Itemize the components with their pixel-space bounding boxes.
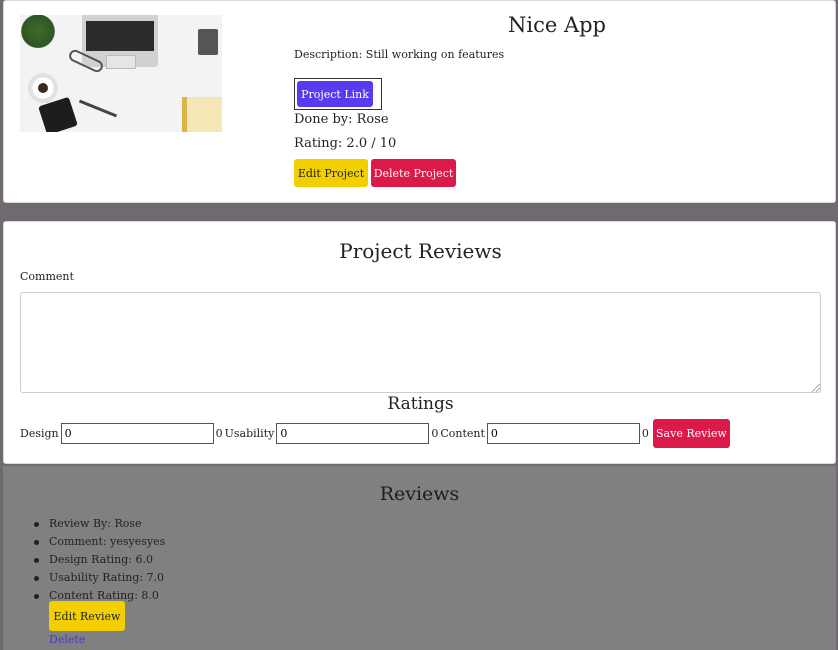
ratings-title: Ratings	[387, 394, 454, 414]
content-rating-input[interactable]	[486, 422, 640, 444]
review-comment: Comment: yesyesyes	[33, 533, 165, 551]
reviews-title: Reviews	[379, 483, 460, 505]
design-rating-input[interactable]	[60, 422, 214, 444]
laptop-trackpad	[106, 55, 136, 69]
pencil-holder-decoration	[198, 29, 218, 55]
resize-grip-icon[interactable]	[812, 384, 820, 392]
project-link-frame: Project Link	[294, 78, 382, 110]
plant-decoration	[20, 15, 60, 51]
project-author: Done by: Rose	[294, 112, 389, 127]
project-link-button[interactable]: Project Link	[297, 81, 373, 107]
project-card: Nice App Description: Still working on f…	[3, 0, 836, 203]
project-description: Description: Still working on features	[294, 48, 505, 61]
design-rating-label: Design	[20, 426, 59, 440]
save-review-button[interactable]: Save Review	[652, 418, 730, 448]
delete-review-link[interactable]: Delete	[49, 633, 85, 646]
project-rating: Rating: 2.0 / 10	[294, 136, 397, 151]
review-list: Review By: Rose Comment: yesyesyes Desig…	[33, 515, 165, 605]
edit-review-button[interactable]: Edit Review	[49, 601, 125, 631]
review-author: Review By: Rose	[33, 515, 165, 533]
content-rating-label: Content	[440, 426, 485, 440]
content-rating-value: 0	[641, 426, 649, 440]
review-usability-rating: Usability Rating: 7.0	[33, 569, 165, 587]
usability-rating-label: Usability	[224, 426, 275, 440]
ratings-row: Design 0 Usability 0 Content 0 Save Revi…	[20, 418, 730, 448]
coffee-cup-decoration	[28, 73, 58, 103]
comment-label: Comment	[20, 270, 74, 283]
edit-project-button[interactable]: Edit Project	[294, 159, 368, 187]
usability-rating-value: 0	[431, 426, 439, 440]
delete-project-button[interactable]: Delete Project	[371, 159, 456, 187]
review-design-rating: Design Rating: 6.0	[33, 551, 165, 569]
review-form-title: Project Reviews	[339, 239, 502, 263]
project-title: Nice App	[507, 13, 606, 37]
reviews-section: Reviews Review By: Rose Comment: yesyesy…	[3, 466, 836, 650]
review-form-card: Project Reviews Comment Ratings Design 0…	[3, 221, 836, 464]
laptop-keyboard	[86, 21, 154, 51]
pen-decoration	[78, 99, 118, 118]
usability-rating-input[interactable]	[276, 422, 430, 444]
project-image	[20, 15, 222, 132]
comment-textarea[interactable]	[20, 292, 821, 393]
notebook-decoration	[182, 97, 222, 132]
design-rating-value: 0	[215, 426, 223, 440]
